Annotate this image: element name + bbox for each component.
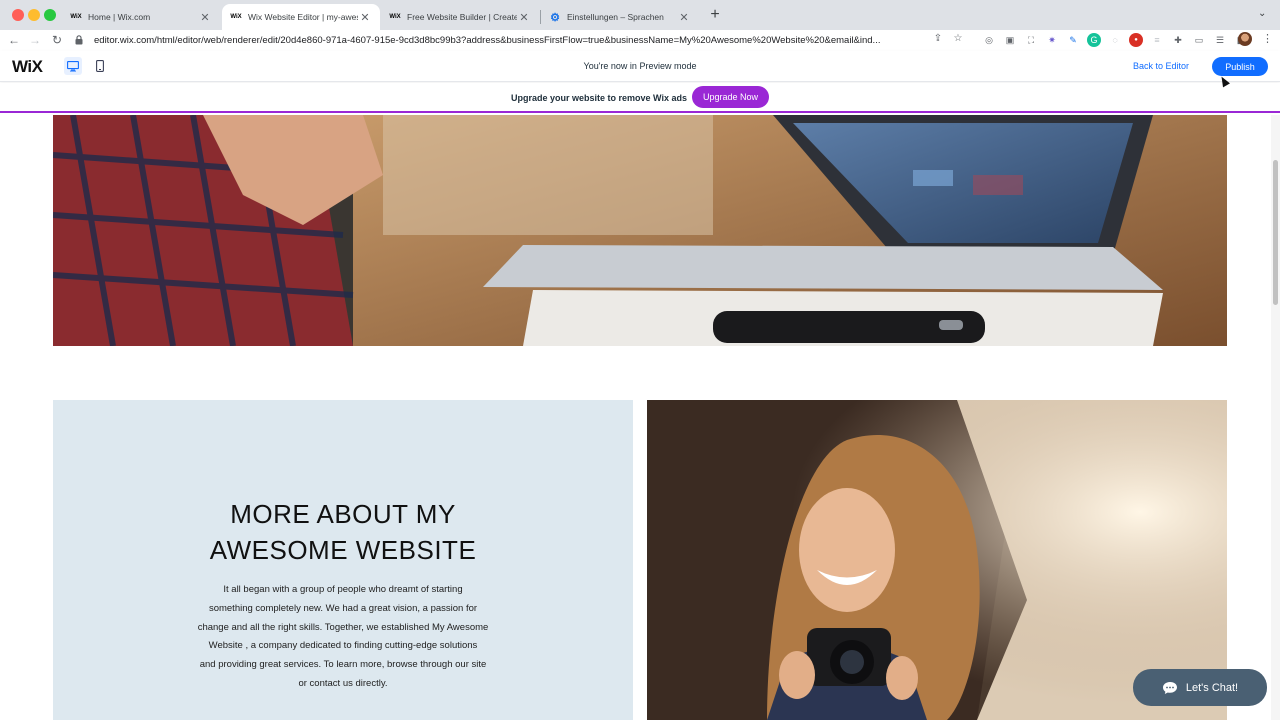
wix-favicon-icon: WiX xyxy=(389,14,401,20)
about-body-line: It all began with a group of people who … xyxy=(223,584,463,595)
maximize-window-button[interactable] xyxy=(44,9,56,21)
close-window-button[interactable] xyxy=(12,9,24,21)
extension-icon[interactable]: ✷ xyxy=(1045,33,1059,47)
browser-tab[interactable]: WiX Home | Wix.com ✕ xyxy=(62,4,220,30)
wix-favicon-icon: WiX xyxy=(70,14,82,20)
back-arrow-icon[interactable]: ← xyxy=(6,32,22,48)
puzzle-extensions-icon[interactable]: ✚ xyxy=(1171,33,1185,47)
wix-preview-bar: WiX You're now in Preview mode Back to E… xyxy=(0,51,1280,82)
browser-tab[interactable]: ⚙ Einstellungen – Sprachen ✕ xyxy=(541,4,699,30)
wix-ads-banner: Upgrade your website to remove Wix ads U… xyxy=(0,83,1280,113)
tab-title: Home | Wix.com xyxy=(88,12,151,22)
reading-list-icon[interactable]: ☰ xyxy=(1213,33,1227,47)
about-body-line: or contact us directly. xyxy=(298,677,388,689)
extension-icon[interactable]: ▣ xyxy=(1003,33,1017,47)
tab-search-chevron-icon[interactable]: ⌄ xyxy=(1258,8,1266,19)
page-scrollbar-thumb[interactable] xyxy=(1273,160,1278,305)
browser-tab-strip: WiX Home | Wix.com ✕ WiX Wix Website Edi… xyxy=(0,0,1280,30)
tab-close-icon[interactable]: ✕ xyxy=(517,11,531,24)
cast-icon[interactable]: ▭ xyxy=(1192,33,1206,47)
publish-button[interactable]: Publish xyxy=(1212,57,1268,76)
about-body-text: It all began with a group of people who … xyxy=(188,581,498,694)
address-bar[interactable]: editor.wix.com/html/editor/web/renderer/… xyxy=(72,31,972,49)
browser-toolbar: ← → ↻ editor.wix.com/html/editor/web/ren… xyxy=(0,30,1280,50)
about-title: MORE ABOUT MY AWESOME WEBSITE xyxy=(53,496,633,568)
compass-extension-icon[interactable]: ◎ xyxy=(982,33,996,47)
chat-bubble-icon xyxy=(1162,681,1177,694)
about-body-line: Website , a company dedicated to finding… xyxy=(208,640,478,652)
extensions-bar: ◎ ▣ ⛶ ✷ ✎ G ◌ ● ≡ ✚ ▭ ☰ ◧ xyxy=(982,33,1248,47)
screenshot-extension-icon[interactable]: ⛶ xyxy=(1024,33,1038,47)
more-menu-icon[interactable]: ⋮ xyxy=(1262,32,1273,45)
url-text: editor.wix.com/html/editor/web/renderer/… xyxy=(94,34,881,46)
wix-favicon-icon: WiX xyxy=(230,14,242,20)
new-tab-icon[interactable]: + xyxy=(707,7,723,23)
tab-close-icon[interactable]: ✕ xyxy=(677,11,691,24)
tab-title: Wix Website Editor | my-awesome xyxy=(248,12,358,22)
lock-icon xyxy=(72,35,86,45)
bookmark-star-icon[interactable]: ☆ xyxy=(952,33,964,45)
pen-extension-icon[interactable]: ✎ xyxy=(1066,33,1080,47)
browser-tab[interactable]: WiX Free Website Builder | Create a ✕ xyxy=(381,4,539,30)
minimize-window-button[interactable] xyxy=(28,9,40,21)
back-to-editor-link[interactable]: Back to Editor xyxy=(1133,61,1189,71)
browser-tab-active[interactable]: WiX Wix Website Editor | my-awesome ✕ xyxy=(222,4,380,30)
lets-chat-button[interactable]: Let's Chat! xyxy=(1133,669,1267,706)
profile-avatar[interactable] xyxy=(1238,32,1252,46)
about-section: MORE ABOUT MY AWESOME WEBSITE It all beg… xyxy=(53,400,633,720)
tab-close-icon[interactable]: ✕ xyxy=(198,11,212,24)
forward-arrow-icon[interactable]: → xyxy=(27,32,43,48)
tab-title: Free Website Builder | Create a xyxy=(407,12,517,22)
about-title-line: MORE ABOUT MY xyxy=(230,499,456,529)
extension-icon[interactable]: ● xyxy=(1129,33,1143,47)
ads-banner-text: Upgrade your website to remove Wix ads xyxy=(511,93,687,103)
extension-icon[interactable]: ◌ xyxy=(1108,33,1122,47)
about-body-line: something completely new. We had a great… xyxy=(208,602,478,614)
chat-button-label: Let's Chat! xyxy=(1185,681,1239,694)
preview-mode-label: You're now in Preview mode xyxy=(583,61,697,71)
grammarly-icon[interactable]: G xyxy=(1087,33,1101,47)
tab-close-icon[interactable]: ✕ xyxy=(358,11,372,24)
about-body-line: and providing great services. To learn m… xyxy=(199,659,487,671)
about-body-line: change and all the right skills. Togethe… xyxy=(197,621,489,633)
upgrade-now-button[interactable]: Upgrade Now xyxy=(692,86,769,108)
tab-title: Einstellungen – Sprachen xyxy=(567,12,664,22)
share-icon[interactable]: ⇪ xyxy=(932,33,944,45)
reload-icon[interactable]: ↻ xyxy=(49,32,65,48)
gear-icon: ⚙ xyxy=(550,11,560,24)
hero-desk-image xyxy=(53,115,1227,346)
hero-desk-illustration xyxy=(53,115,1227,346)
extension-icon[interactable]: ≡ xyxy=(1150,33,1164,47)
about-title-line: AWESOME WEBSITE xyxy=(209,535,477,565)
